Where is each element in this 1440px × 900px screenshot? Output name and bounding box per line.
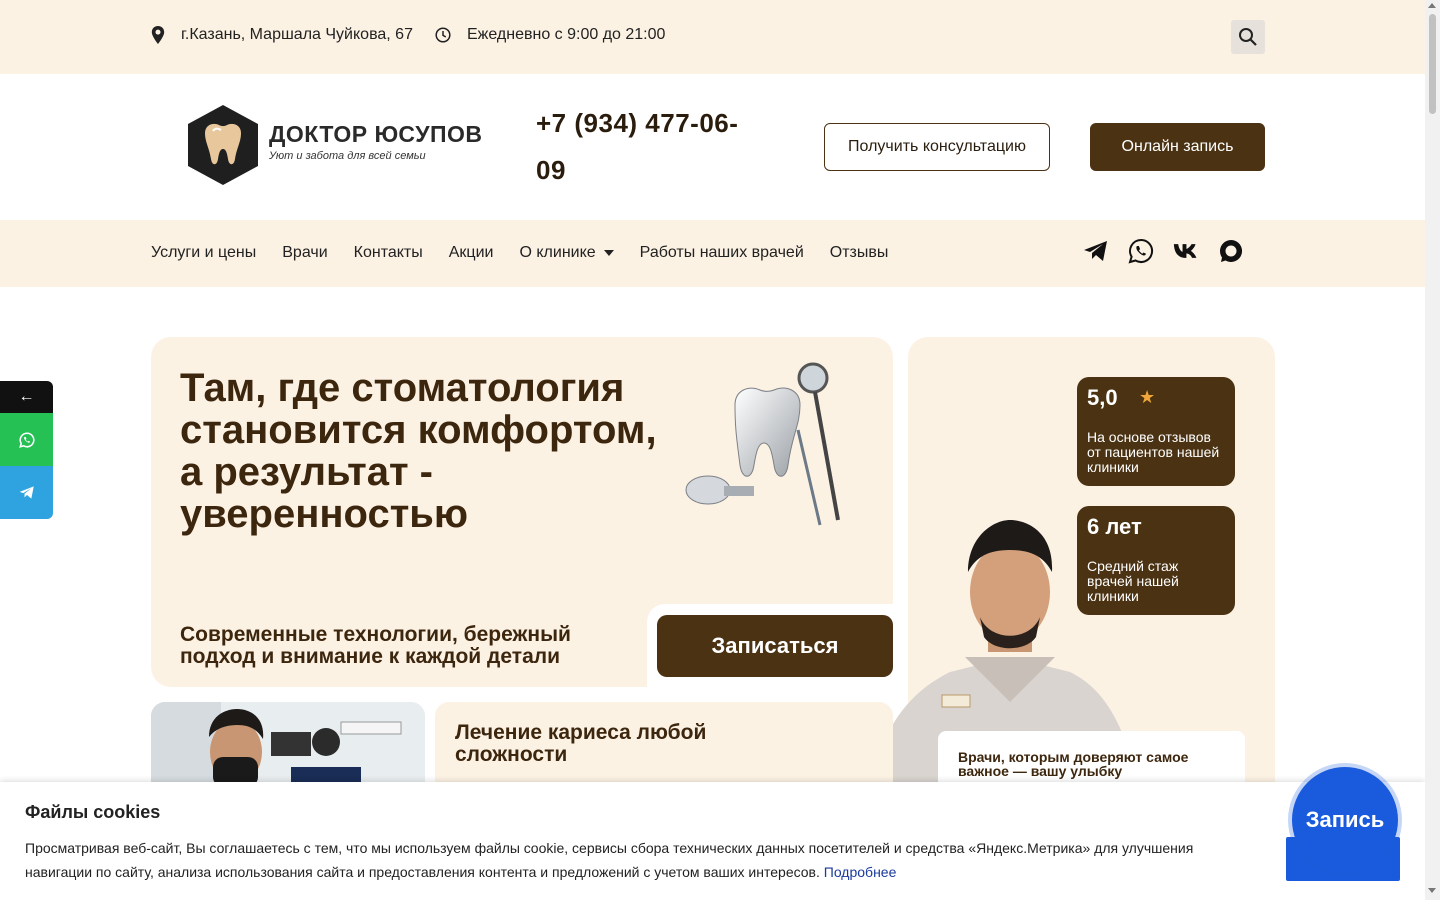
- book-appointment-button[interactable]: Записаться: [657, 615, 893, 677]
- rating-caption: На основе отзывов от пациентов нашей кли…: [1087, 429, 1220, 475]
- nav-item-doctors[interactable]: Врачи: [282, 244, 327, 262]
- address: г.Казань, Маршала Чуйкова, 67: [151, 26, 413, 44]
- scroll-up-arrow-icon[interactable]: [1428, 3, 1436, 8]
- rating-value: 5,0: [1087, 385, 1118, 410]
- nav-item-about-label: О клинике: [519, 244, 596, 261]
- hero-subtitle: Современные технологии, бережный подход …: [180, 623, 571, 668]
- search-icon: [1239, 28, 1257, 46]
- get-consultation-button[interactable]: Получить консультацию: [824, 123, 1050, 171]
- logo[interactable]: ДОКТОР ЮСУПОВ Уют и забота для всей семь…: [185, 103, 482, 187]
- nav-item-about[interactable]: О клинике: [519, 244, 614, 262]
- side-contact-panel: ←: [0, 381, 53, 519]
- scroll-down-arrow-icon[interactable]: [1428, 888, 1436, 893]
- nav-item-works[interactable]: Работы наших врачей: [640, 244, 804, 262]
- nav-item-contacts[interactable]: Контакты: [354, 244, 423, 262]
- clock-icon: [435, 27, 451, 43]
- cookie-more-link[interactable]: Подробнее: [824, 864, 897, 880]
- online-booking-button[interactable]: Онлайн запись: [1090, 123, 1265, 171]
- cookie-text: Просматривая веб-сайт, Вы соглашаетесь с…: [25, 836, 1235, 884]
- vk-icon[interactable]: [1173, 238, 1199, 264]
- tooth-logo-icon: [188, 105, 258, 185]
- star-icon: ★: [1139, 387, 1156, 407]
- logo-tagline: Уют и забота для всей семьи: [269, 150, 426, 162]
- search-button[interactable]: [1231, 20, 1265, 54]
- telegram-icon: [19, 486, 34, 499]
- cookie-banner: Файлы cookies Просматривая веб-сайт, Вы …: [0, 782, 1425, 900]
- address-text: г.Казань, Маршала Чуйкова, 67: [181, 26, 413, 43]
- whatsapp-side-button[interactable]: [0, 413, 53, 466]
- floating-booking-button[interactable]: Запись: [1292, 767, 1398, 873]
- cookie-title: Файлы cookies: [25, 802, 161, 822]
- caries-card-title: Лечение кариеса любой сложности: [455, 721, 707, 766]
- whatsapp-icon: [18, 431, 35, 448]
- hours-text: Ежедневно с 9:00 до 21:00: [467, 26, 666, 43]
- top-bar: г.Казань, Маршала Чуйкова, 67 Ежедневно …: [0, 0, 1425, 74]
- chevron-down-icon: [603, 250, 614, 256]
- rating-stat: 5,0 ★ На основе отзывов от пациентов наш…: [1077, 377, 1235, 486]
- working-hours: Ежедневно с 9:00 до 21:00: [435, 26, 665, 44]
- scrollbar-thumb[interactable]: [1429, 14, 1436, 114]
- hero-title: Там, где стоматология становится комфорт…: [180, 366, 657, 536]
- logo-brand: ДОКТОР ЮСУПОВ: [269, 121, 483, 147]
- tooth-illustration: [685, 362, 840, 526]
- nav-item-promotions[interactable]: Акции: [449, 244, 494, 262]
- phone-number[interactable]: +7 (934) 477-06-09: [536, 100, 756, 194]
- whatsapp-icon[interactable]: [1128, 238, 1154, 264]
- telegram-side-button[interactable]: [0, 466, 53, 519]
- cookie-body: Просматривая веб-сайт, Вы соглашаетесь с…: [25, 840, 1194, 880]
- page-scrollbar[interactable]: [1425, 0, 1440, 900]
- social-links: [1083, 238, 1263, 264]
- location-pin-icon: [151, 26, 165, 44]
- trust-card-text: Врачи, которым доверяют самое важное — в…: [958, 749, 1189, 779]
- nav-item-services[interactable]: Услуги и цены: [151, 244, 256, 262]
- nav-item-reviews[interactable]: Отзывы: [830, 244, 889, 262]
- telegram-icon[interactable]: [1083, 238, 1109, 264]
- collapse-arrow-button[interactable]: ←: [0, 381, 53, 413]
- max-messenger-icon[interactable]: [1218, 238, 1244, 264]
